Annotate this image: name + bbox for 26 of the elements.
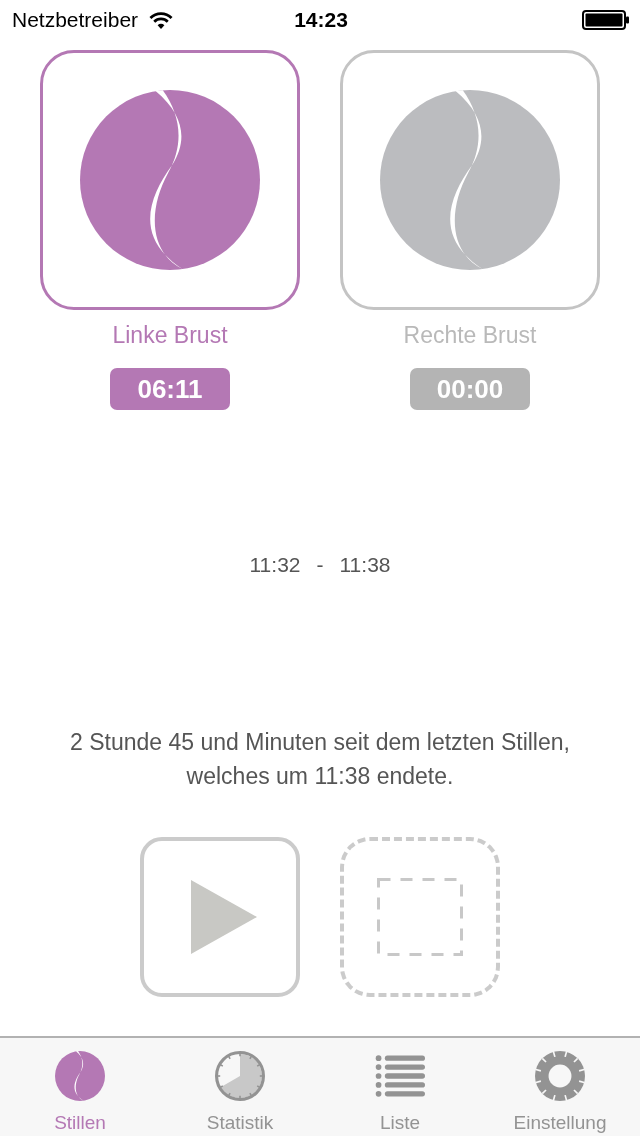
side-label: Rechte Brust	[403, 322, 537, 350]
last-feeding-message: 2 Stunde 45 und Minuten seit dem letzten Stillen, welches um 11:38 endete.	[69, 728, 571, 791]
status-time: 14:23	[294, 8, 348, 32]
carrier-name: Netzbetreiber	[12, 8, 139, 32]
timer-badge: 00:00	[410, 368, 530, 410]
timer-badge: 06:11	[110, 368, 230, 410]
tab-item[interactable]: Einstellung	[480, 1038, 640, 1136]
feeding-icon	[55, 1051, 105, 1101]
tab-item[interactable]: Liste	[320, 1038, 480, 1136]
tab-item[interactable]: Stillen	[0, 1038, 160, 1136]
play-icon	[191, 880, 257, 954]
battery-icon	[582, 10, 630, 30]
start-time: 11:32	[249, 553, 301, 577]
tab-item[interactable]: Statistik	[160, 1038, 320, 1136]
time-separator: -	[316, 553, 324, 577]
breast-icon	[380, 90, 560, 270]
clock-icon	[215, 1051, 265, 1101]
stop-icon	[377, 878, 463, 956]
play-button[interactable]	[140, 837, 300, 997]
wifi-icon	[148, 10, 175, 30]
gear-icon	[535, 1051, 585, 1101]
breast-icon	[80, 90, 260, 270]
end-time: 11:38	[339, 553, 391, 577]
breast-button[interactable]	[340, 50, 600, 310]
breast-button[interactable]	[40, 50, 300, 310]
side-label: Linke Brust	[112, 322, 228, 350]
